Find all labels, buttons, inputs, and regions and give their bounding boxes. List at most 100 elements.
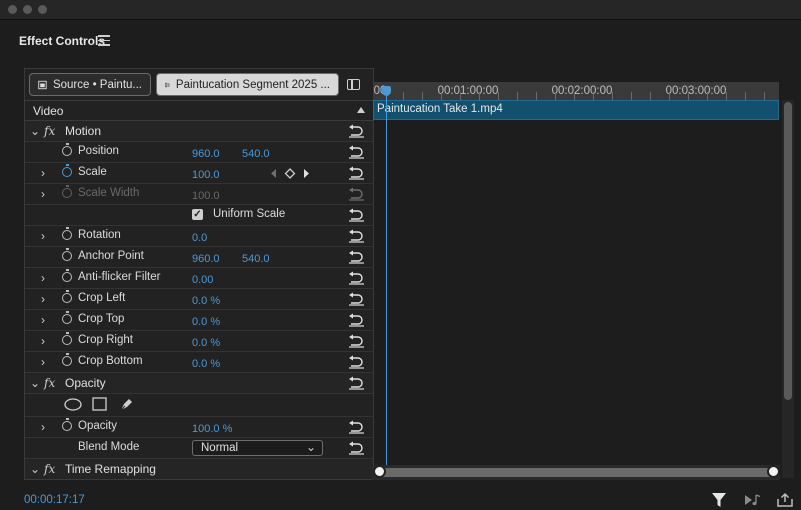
- stopwatch-icon[interactable]: [62, 227, 72, 240]
- crop-top-value[interactable]: 0.0 %: [192, 316, 220, 328]
- reset-icon[interactable]: [348, 420, 365, 434]
- zoom-window-button[interactable]: [38, 5, 47, 14]
- close-window-button[interactable]: [8, 5, 17, 14]
- blend-mode-select[interactable]: Normal ⌄: [192, 440, 323, 456]
- video-section-header[interactable]: Video: [25, 100, 373, 121]
- reset-icon[interactable]: [348, 292, 365, 306]
- ruler-tick: [764, 92, 765, 100]
- anti-flicker-value[interactable]: 0.00: [192, 274, 213, 286]
- ruler-tick: [517, 92, 518, 100]
- uniform-scale-label: Uniform Scale: [213, 208, 286, 220]
- ruler-label: 00:03:00:00: [665, 85, 727, 97]
- stopwatch-icon[interactable]: [62, 332, 72, 345]
- reset-icon[interactable]: [348, 334, 365, 348]
- chevron-right-icon[interactable]: ›: [41, 272, 45, 284]
- anchor-point-y-value[interactable]: 540.0: [242, 253, 270, 265]
- scale-width-label: Scale Width: [78, 187, 140, 199]
- tab-source-monitor[interactable]: Source • Paintu...: [29, 73, 151, 96]
- position-y-value[interactable]: 540.0: [242, 148, 270, 160]
- time-remapping-effect-row[interactable]: ⌄ fx Time Remapping: [25, 459, 373, 479]
- rotation-value[interactable]: 0.0: [192, 232, 207, 244]
- opacity-label: Opacity: [78, 420, 117, 432]
- clip-bar[interactable]: Paintucation Take 1.mp4: [373, 100, 779, 120]
- time-ruler[interactable]: 00 00:01:00:00 00:02:00:00 00:03:00:00: [373, 82, 779, 100]
- opacity-section-label: Opacity: [65, 376, 106, 390]
- chevron-right-icon[interactable]: ›: [41, 167, 45, 179]
- chevron-down-icon[interactable]: ⌄: [30, 125, 40, 137]
- hamburger-menu-icon[interactable]: [98, 32, 110, 46]
- previous-keyframe-icon: [271, 169, 276, 178]
- zoom-scroll-thumb[interactable]: [373, 465, 780, 478]
- vertical-scrollbar[interactable]: [784, 102, 792, 400]
- stopwatch-icon[interactable]: [62, 269, 72, 282]
- scale-value[interactable]: 100.0: [192, 169, 220, 181]
- uniform-scale-checkbox[interactable]: ✓: [192, 209, 203, 220]
- ruler-tick: [707, 92, 708, 100]
- chevron-down-icon[interactable]: ⌄: [30, 463, 40, 475]
- reset-icon[interactable]: [348, 271, 365, 285]
- stopwatch-icon[interactable]: [62, 353, 72, 366]
- reset-icon[interactable]: [348, 166, 365, 180]
- pen-mask-icon[interactable]: [119, 396, 135, 412]
- tab-sequence[interactable]: Paintucation Segment 2025 ...: [156, 73, 339, 96]
- opacity-value[interactable]: 100.0 %: [192, 423, 232, 435]
- chevron-right-icon[interactable]: ›: [41, 335, 45, 347]
- stopwatch-icon[interactable]: [62, 418, 72, 431]
- reset-icon[interactable]: [348, 145, 365, 159]
- ellipse-mask-icon[interactable]: [64, 398, 82, 411]
- collapse-arrow-icon[interactable]: [357, 107, 365, 113]
- reset-icon[interactable]: [348, 313, 365, 327]
- rectangle-mask-icon[interactable]: [92, 397, 107, 411]
- add-keyframe-icon: [284, 168, 296, 179]
- filter-icon[interactable]: [712, 492, 726, 508]
- crop-left-value[interactable]: 0.0 %: [192, 295, 220, 307]
- export-frame-icon[interactable]: [776, 492, 794, 508]
- chevron-right-icon[interactable]: ›: [41, 230, 45, 242]
- chevron-down-icon[interactable]: ⌄: [30, 377, 40, 389]
- current-timecode[interactable]: 00:00:17:17: [24, 494, 85, 506]
- zoom-scrollbar[interactable]: [372, 465, 780, 480]
- effect-timeline-panel: 00 00:01:00:00 00:02:00:00 00:03:00:00 P…: [372, 68, 801, 483]
- uniform-scale-row: ✓ Uniform Scale: [25, 205, 373, 226]
- stopwatch-icon[interactable]: [62, 290, 72, 303]
- reset-icon[interactable]: [348, 208, 365, 222]
- playhead-handle[interactable]: [382, 86, 391, 96]
- opacity-effect-row[interactable]: ⌄ fx Opacity: [25, 373, 373, 394]
- toggle-timeline-view-icon[interactable]: [347, 79, 360, 90]
- stopwatch-icon[interactable]: [62, 164, 72, 177]
- anchor-point-x-value[interactable]: 960.0: [192, 253, 220, 265]
- chevron-right-icon[interactable]: ›: [41, 421, 45, 433]
- anti-flicker-label: Anti-flicker Filter: [78, 271, 161, 283]
- reset-icon[interactable]: [348, 441, 365, 455]
- chevron-right-icon[interactable]: ›: [41, 188, 45, 200]
- chevron-right-icon[interactable]: ›: [41, 314, 45, 326]
- crop-right-label: Crop Right: [78, 334, 133, 346]
- reset-icon[interactable]: [348, 355, 365, 369]
- fx-icon[interactable]: fx: [44, 124, 55, 138]
- reset-icon[interactable]: [348, 250, 365, 264]
- crop-left-param-row: › Crop Left 0.0 %: [25, 289, 373, 310]
- chevron-right-icon[interactable]: ›: [41, 356, 45, 368]
- opacity-param-row: › Opacity 100.0 %: [25, 417, 373, 438]
- stopwatch-icon[interactable]: [62, 143, 72, 156]
- crop-right-value[interactable]: 0.0 %: [192, 337, 220, 349]
- ruler-tick: [422, 92, 423, 100]
- reset-icon[interactable]: [348, 229, 365, 243]
- stopwatch-icon[interactable]: [62, 248, 72, 261]
- fx-icon[interactable]: fx: [44, 462, 55, 476]
- fx-icon[interactable]: fx: [44, 376, 55, 390]
- stopwatch-icon[interactable]: [62, 311, 72, 324]
- zoom-handle-left[interactable]: [373, 465, 386, 478]
- chevron-right-icon[interactable]: ›: [41, 293, 45, 305]
- crop-bottom-value[interactable]: 0.0 %: [192, 358, 220, 370]
- motion-effect-row[interactable]: ⌄ fx Motion: [25, 121, 373, 142]
- effect-properties-panel: Source • Paintu... Paintucation Segment …: [24, 68, 374, 480]
- tab-sequence-label: Paintucation Segment 2025 ...: [175, 78, 330, 91]
- play-audio-only-icon[interactable]: [744, 492, 762, 508]
- reset-icon[interactable]: [348, 376, 365, 390]
- position-x-value[interactable]: 960.0: [192, 148, 220, 160]
- minimize-window-button[interactable]: [23, 5, 32, 14]
- zoom-handle-right[interactable]: [767, 465, 780, 478]
- ruler-tick: [745, 92, 746, 100]
- reset-icon[interactable]: [348, 124, 365, 138]
